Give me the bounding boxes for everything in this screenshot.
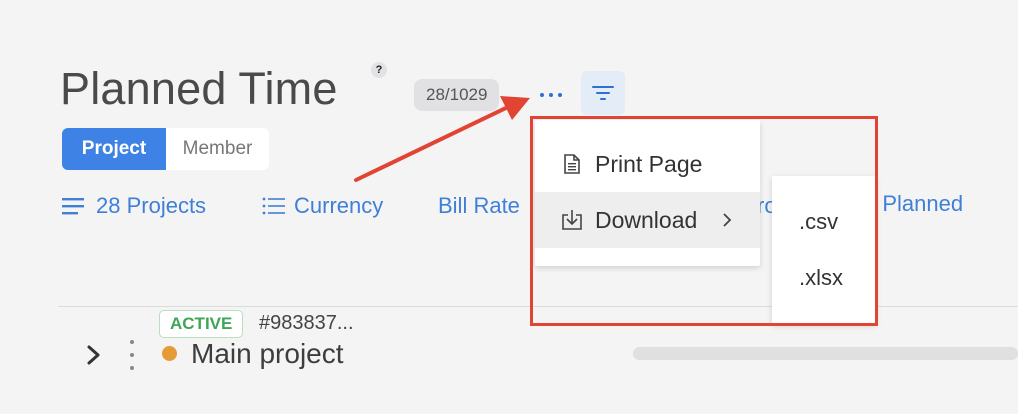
bulleted-list-icon <box>262 197 285 215</box>
currency-filter[interactable]: Currency <box>262 190 383 222</box>
bill-rate-filter[interactable]: Bill Rate <box>438 190 520 222</box>
toggle-project[interactable]: Project <box>62 128 166 170</box>
more-horizontal-icon <box>540 93 544 97</box>
annotation-arrow-icon <box>354 96 530 182</box>
status-badge: ACTIVE <box>159 310 244 338</box>
status-dot <box>162 346 177 361</box>
list-icon <box>62 198 84 215</box>
projects-filter-label: 28 Projects <box>96 193 207 218</box>
help-icon[interactable]: ? <box>371 62 387 78</box>
annotation-highlight-box <box>530 116 878 326</box>
row-menu-icon[interactable] <box>128 340 136 370</box>
currency-filter-label: Currency <box>294 193 384 218</box>
project-id: #983837... <box>259 312 354 334</box>
page-title: Planned Time <box>60 63 338 114</box>
toggle-member[interactable]: Member <box>166 128 269 170</box>
filter-lines-icon <box>592 86 614 100</box>
horizontal-scrollbar[interactable] <box>633 347 1018 360</box>
filter-button[interactable] <box>581 71 625 115</box>
project-name[interactable]: Main project <box>191 338 344 370</box>
chevron-right-icon[interactable] <box>84 344 104 366</box>
more-options-button[interactable] <box>536 84 566 106</box>
planned-filter[interactable]: o Planned <box>864 188 963 220</box>
projects-filter[interactable]: 28 Projects <box>62 190 206 222</box>
